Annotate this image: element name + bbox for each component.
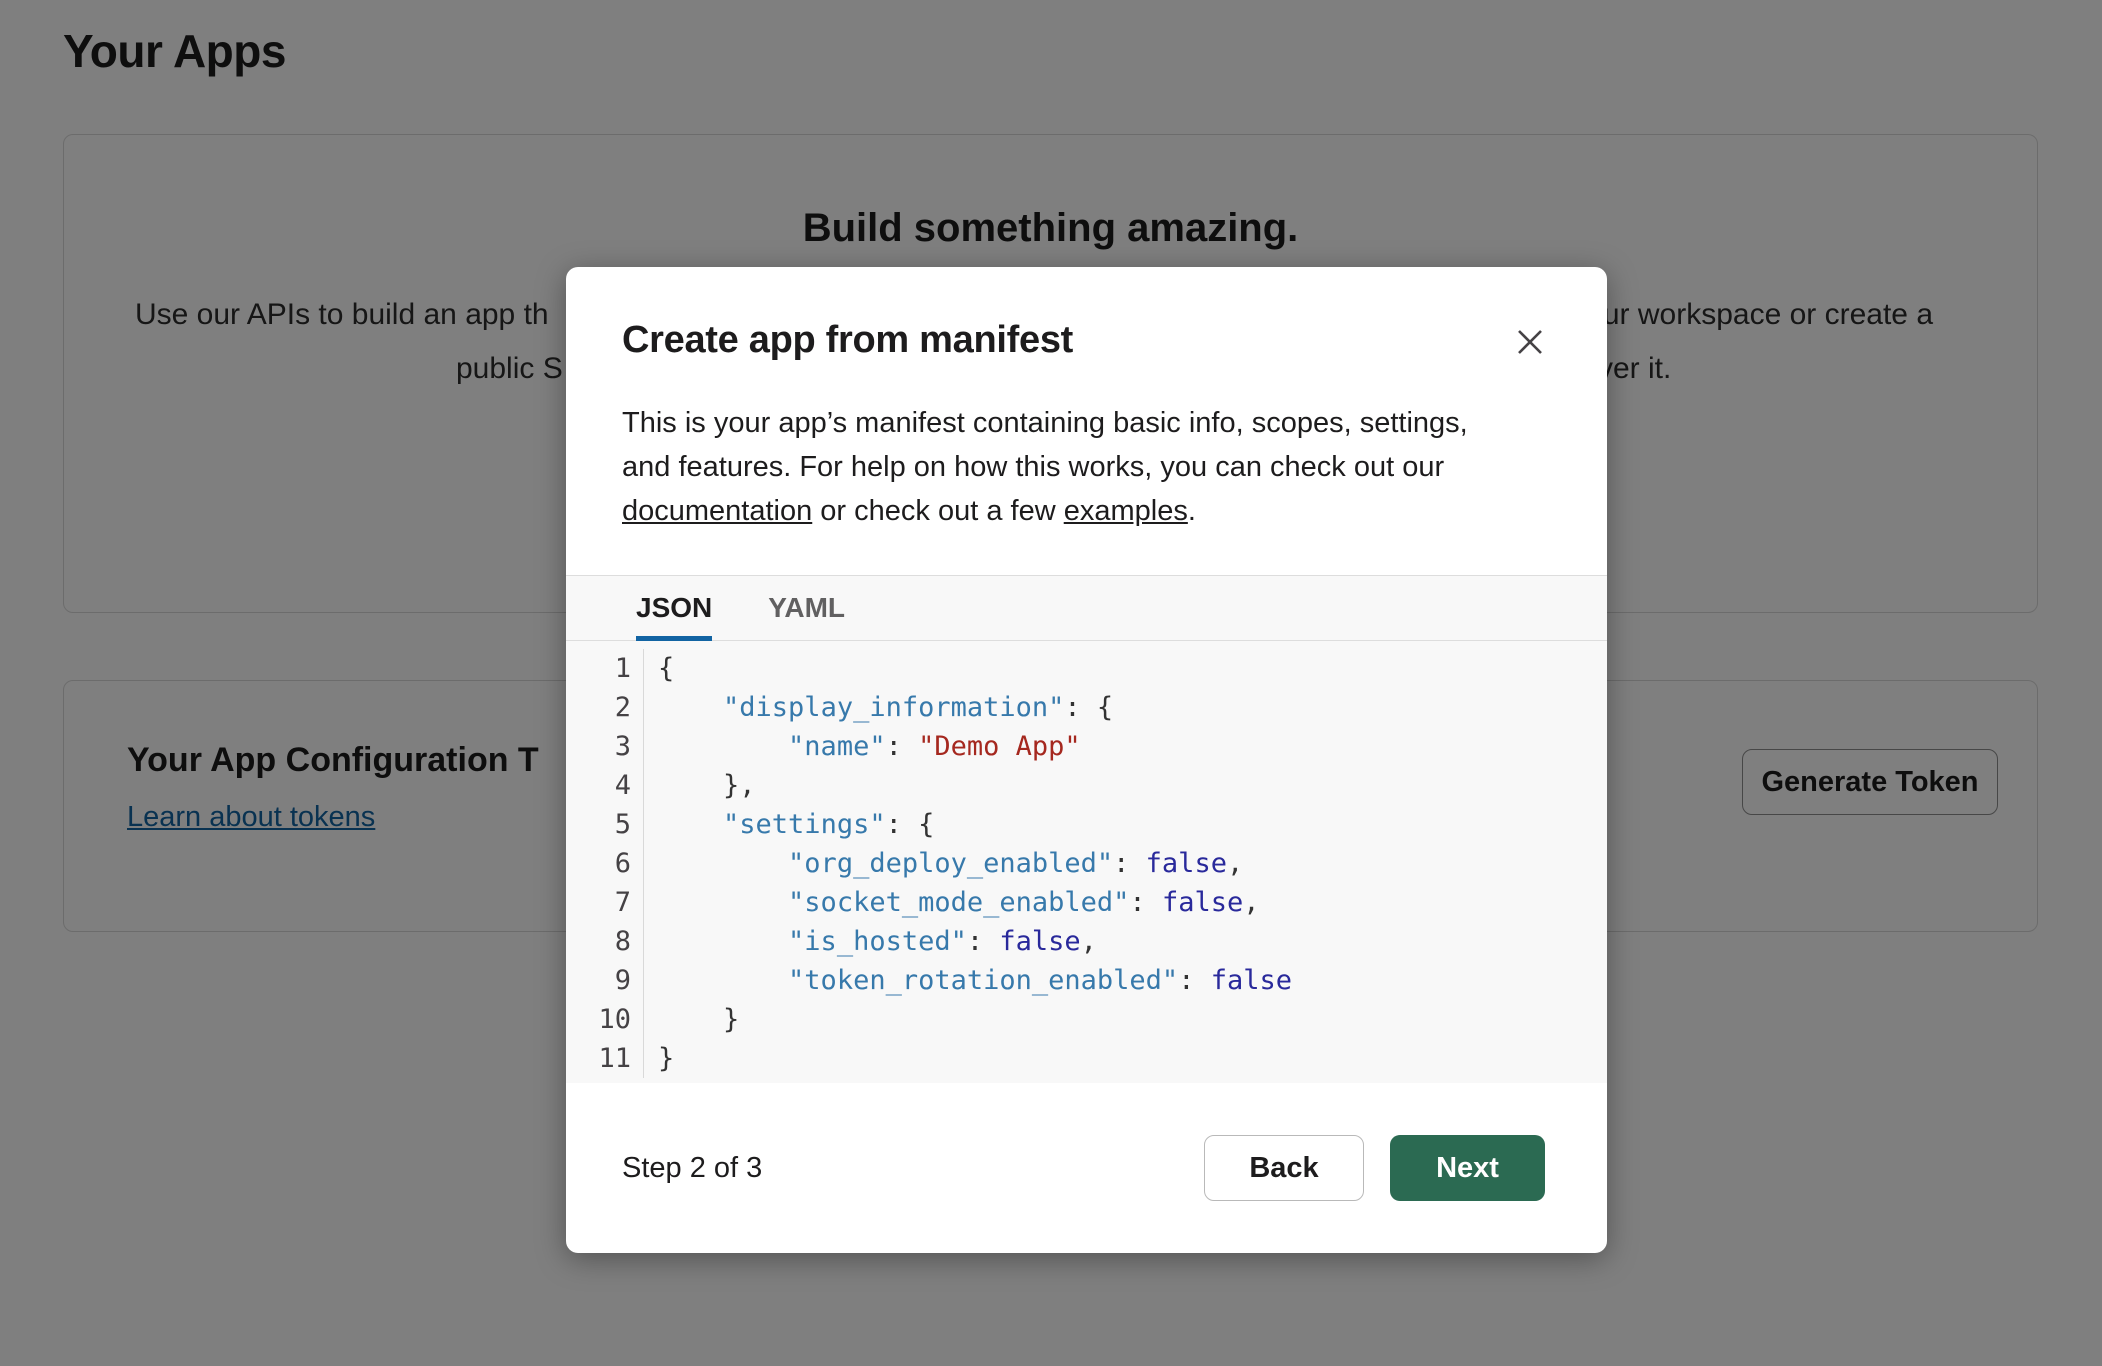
line-number: 6 — [566, 844, 644, 883]
line-number: 8 — [566, 922, 644, 961]
modal-description: This is your app’s manifest containing b… — [566, 363, 1576, 533]
code-text: { — [644, 649, 674, 688]
code-line: 5 "settings": { — [566, 805, 1607, 844]
code-text: } — [644, 1000, 739, 1039]
code-line: 4 }, — [566, 766, 1607, 805]
next-button[interactable]: Next — [1390, 1135, 1545, 1201]
line-number: 7 — [566, 883, 644, 922]
description-text: This is your app’s manifest containing b… — [622, 407, 1468, 483]
code-text: "org_deploy_enabled": false, — [644, 844, 1243, 883]
examples-link[interactable]: examples — [1064, 495, 1188, 527]
line-number: 10 — [566, 1000, 644, 1039]
step-indicator: Step 2 of 3 — [622, 1152, 762, 1185]
modal-title: Create app from manifest — [622, 319, 1073, 362]
code-line: 11} — [566, 1039, 1607, 1078]
description-text: . — [1188, 495, 1196, 527]
code-text: "settings": { — [644, 805, 934, 844]
code-text: "token_rotation_enabled": false — [644, 961, 1292, 1000]
code-line: 9 "token_rotation_enabled": false — [566, 961, 1607, 1000]
tab-yaml[interactable]: YAML — [768, 576, 845, 640]
code-line: 6 "org_deploy_enabled": false, — [566, 844, 1607, 883]
manifest-format-tabs: JSON YAML — [566, 575, 1607, 641]
close-icon — [1513, 347, 1547, 362]
code-text: }, — [644, 766, 756, 805]
code-line: 8 "is_hosted": false, — [566, 922, 1607, 961]
code-text: "display_information": { — [644, 688, 1113, 727]
documentation-link[interactable]: documentation — [622, 495, 812, 527]
code-line: 10 } — [566, 1000, 1607, 1039]
close-button[interactable] — [1509, 321, 1551, 363]
line-number: 1 — [566, 649, 644, 688]
line-number: 5 — [566, 805, 644, 844]
code-line: 2 "display_information": { — [566, 688, 1607, 727]
create-app-from-manifest-modal: Create app from manifest This is your ap… — [566, 267, 1607, 1253]
line-number: 2 — [566, 688, 644, 727]
code-text: } — [644, 1039, 674, 1078]
code-line: 1{ — [566, 649, 1607, 688]
back-button[interactable]: Back — [1204, 1135, 1364, 1201]
code-text: "socket_mode_enabled": false, — [644, 883, 1259, 922]
description-text: or check out a few — [812, 495, 1063, 527]
code-text: "is_hosted": false, — [644, 922, 1097, 961]
code-line: 3 "name": "Demo App" — [566, 727, 1607, 766]
tab-json[interactable]: JSON — [636, 576, 712, 640]
code-line: 7 "socket_mode_enabled": false, — [566, 883, 1607, 922]
manifest-code-editor[interactable]: 1{2 "display_information": {3 "name": "D… — [566, 641, 1607, 1083]
line-number: 3 — [566, 727, 644, 766]
line-number: 11 — [566, 1039, 644, 1078]
code-text: "name": "Demo App" — [644, 727, 1081, 766]
line-number: 4 — [566, 766, 644, 805]
line-number: 9 — [566, 961, 644, 1000]
